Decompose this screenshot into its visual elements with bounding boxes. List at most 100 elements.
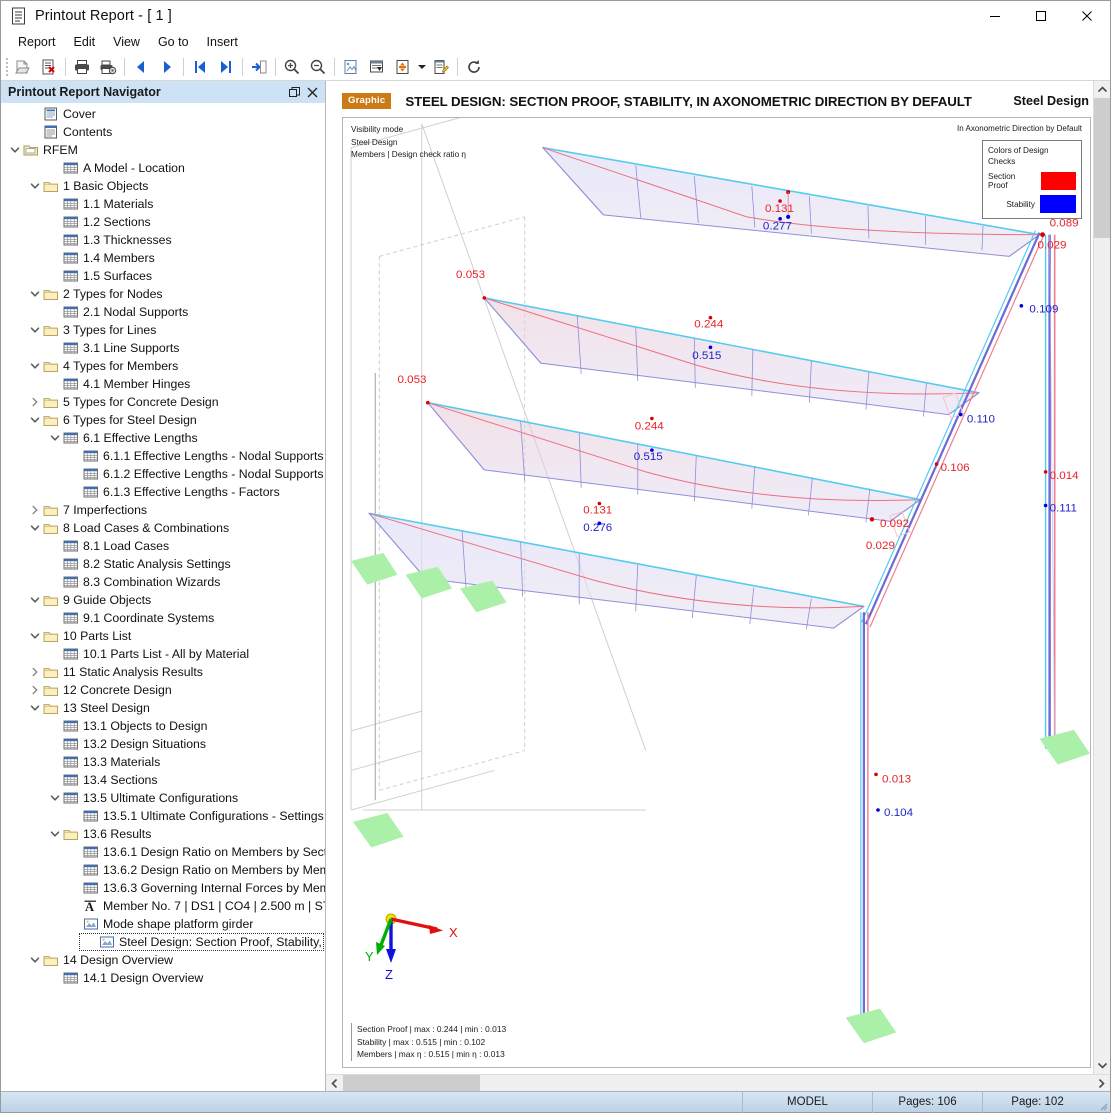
go-to-page-icon[interactable] [246, 55, 272, 79]
menu-go-to[interactable]: Go to [149, 33, 198, 51]
close-button[interactable] [1064, 1, 1110, 31]
tree-item[interactable]: 13.6.3 Governing Internal Forces by Memb… [1, 879, 325, 897]
tree-item[interactable]: 6.1.3 Effective Lengths - Factors [1, 483, 325, 501]
tree-item[interactable]: 6.1.2 Effective Lengths - Nodal Supports… [1, 465, 325, 483]
minimize-button[interactable] [972, 1, 1018, 31]
chevron-down-icon[interactable] [27, 358, 43, 374]
vertical-scrollbar-thumb[interactable] [1094, 98, 1110, 238]
scroll-right-icon[interactable] [1093, 1075, 1110, 1092]
tree-item[interactable]: 1.3 Thicknesses [1, 231, 325, 249]
previous-page-icon[interactable] [128, 55, 154, 79]
scroll-left-icon[interactable] [326, 1075, 343, 1092]
tree-item[interactable]: 13.2 Design Situations [1, 735, 325, 753]
delete-report-icon[interactable] [36, 55, 62, 79]
resize-grip[interactable] [1092, 1092, 1110, 1113]
chevron-down-icon[interactable] [27, 952, 43, 968]
tree-item[interactable]: 10.1 Parts List - All by Material [1, 645, 325, 663]
tree-item[interactable]: 13.5 Ultimate Configurations [1, 789, 325, 807]
last-page-icon[interactable] [213, 55, 239, 79]
close-panel-icon[interactable] [303, 83, 321, 101]
next-page-icon[interactable] [154, 55, 180, 79]
report-selection-icon[interactable] [364, 55, 390, 79]
tree-item[interactable]: 4 Types for Members [1, 357, 325, 375]
chevron-down-icon[interactable] [27, 592, 43, 608]
tree-item[interactable]: 6 Types for Steel Design [1, 411, 325, 429]
menu-insert[interactable]: Insert [198, 33, 247, 51]
tree-item[interactable]: 7 Imperfections [1, 501, 325, 519]
chevron-down-icon[interactable] [47, 826, 63, 842]
tree-item[interactable]: 13.6.2 Design Ratio on Members by Member [1, 861, 325, 879]
tree-item[interactable]: 14 Design Overview [1, 951, 325, 969]
zoom-out-icon[interactable] [305, 55, 331, 79]
chevron-down-icon[interactable] [27, 412, 43, 428]
tree-item[interactable]: 6.1 Effective Lengths [1, 429, 325, 447]
tree-item[interactable]: RFEM [1, 141, 325, 159]
tree-item[interactable]: 13 Steel Design [1, 699, 325, 717]
tree-item[interactable]: 13.3 Materials [1, 753, 325, 771]
tree-item[interactable]: 13.5.1 Ultimate Configurations - Setting… [1, 807, 325, 825]
tree-item[interactable]: 10 Parts List [1, 627, 325, 645]
menu-view[interactable]: View [104, 33, 149, 51]
tree-item[interactable]: 9.1 Coordinate Systems [1, 609, 325, 627]
chevron-down-icon[interactable] [27, 520, 43, 536]
tree-item[interactable]: 1.4 Members [1, 249, 325, 267]
tree-item[interactable]: 2 Types for Nodes [1, 285, 325, 303]
tree-item[interactable]: Contents [1, 123, 325, 141]
tree-item[interactable]: 11 Static Analysis Results [1, 663, 325, 681]
menu-edit[interactable]: Edit [65, 33, 105, 51]
chevron-down-icon[interactable] [27, 286, 43, 302]
chevron-down-icon[interactable] [47, 430, 63, 446]
tree-item[interactable]: Steel Design: Section Proof, Stability, … [79, 933, 325, 951]
tree-item[interactable]: 6.1.1 Effective Lengths - Nodal Supports [1, 447, 325, 465]
horizontal-scrollbar-track[interactable] [480, 1075, 1093, 1091]
tree-item[interactable]: 13.6.1 Design Ratio on Members by Sectio… [1, 843, 325, 861]
scroll-down-icon[interactable] [1094, 1057, 1110, 1074]
tree-item[interactable]: 4.1 Member Hinges [1, 375, 325, 393]
tree-item[interactable]: Cover [1, 105, 325, 123]
open-report-icon[interactable] [10, 55, 36, 79]
tree-item[interactable]: 12 Concrete Design [1, 681, 325, 699]
chevron-down-icon[interactable] [416, 55, 428, 79]
chevron-right-icon[interactable] [27, 394, 43, 410]
tree-item[interactable]: 1.1 Materials [1, 195, 325, 213]
scroll-up-icon[interactable] [1094, 81, 1110, 98]
tree-item[interactable]: 8.2 Static Analysis Settings [1, 555, 325, 573]
zoom-in-icon[interactable] [279, 55, 305, 79]
chevron-down-icon[interactable] [27, 178, 43, 194]
horizontal-scrollbar-thumb[interactable] [343, 1075, 480, 1091]
refresh-icon[interactable] [461, 55, 487, 79]
tree-item[interactable]: 5 Types for Concrete Design [1, 393, 325, 411]
tree-item[interactable]: 1 Basic Objects [1, 177, 325, 195]
tree-item[interactable]: 8.3 Combination Wizards [1, 573, 325, 591]
chevron-right-icon[interactable] [27, 682, 43, 698]
chevron-down-icon[interactable] [27, 322, 43, 338]
chevron-right-icon[interactable] [27, 664, 43, 680]
tree-item[interactable]: 2.1 Nodal Supports [1, 303, 325, 321]
tree-item[interactable]: 1.5 Surfaces [1, 267, 325, 285]
chevron-right-icon[interactable] [27, 502, 43, 518]
tree-item[interactable]: Mode shape platform girder [1, 915, 325, 933]
vertical-scrollbar[interactable] [1093, 81, 1110, 1074]
tree-item[interactable]: 3.1 Line Supports [1, 339, 325, 357]
chevron-down-icon[interactable] [27, 700, 43, 716]
horizontal-scrollbar[interactable] [326, 1074, 1110, 1091]
tree-item[interactable]: 8 Load Cases & Combinations [1, 519, 325, 537]
undock-panel-icon[interactable] [285, 83, 303, 101]
report-tree[interactable]: Cover Contents RFEM A Model - Location 1 Bas… [1, 103, 325, 1091]
tree-item[interactable]: 3 Types for Lines [1, 321, 325, 339]
chevron-down-icon[interactable] [27, 628, 43, 644]
tree-item[interactable]: 9 Guide Objects [1, 591, 325, 609]
print-settings-icon[interactable] [95, 55, 121, 79]
selection-icon[interactable] [390, 55, 416, 79]
tree-item[interactable]: A Member No. 7 | DS1 | CO4 | 2.500 m | ST… [1, 897, 325, 915]
tree-item[interactable]: 8.1 Load Cases [1, 537, 325, 555]
tree-item[interactable]: 13.4 Sections [1, 771, 325, 789]
tree-item[interactable]: 13.6 Results [1, 825, 325, 843]
chevron-down-icon[interactable] [7, 142, 23, 158]
tree-item[interactable]: 13.1 Objects to Design [1, 717, 325, 735]
menu-report[interactable]: Report [9, 33, 65, 51]
tree-item[interactable]: 14.1 Design Overview [1, 969, 325, 987]
print-icon[interactable] [69, 55, 95, 79]
first-page-icon[interactable] [187, 55, 213, 79]
maximize-button[interactable] [1018, 1, 1064, 31]
